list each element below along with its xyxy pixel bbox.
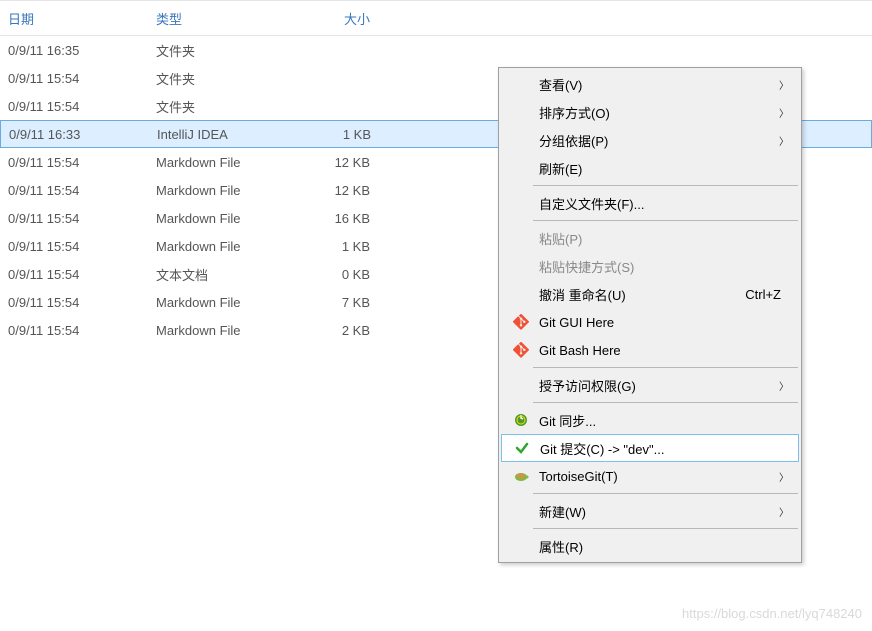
- menu-grant-access[interactable]: 授予访问权限(G) 〉: [501, 371, 799, 399]
- menu-customize-folder[interactable]: 自定义文件夹(F)...: [501, 189, 799, 217]
- cell-type: Markdown File: [148, 183, 298, 198]
- cell-type: 文本文档: [148, 265, 298, 284]
- cell-type: Markdown File: [148, 239, 298, 254]
- chevron-right-icon: 〉: [779, 469, 789, 484]
- cell-date: 0/9/11 16:35: [0, 43, 148, 58]
- menu-refresh[interactable]: 刷新(E): [501, 154, 799, 182]
- header-size[interactable]: 大小: [298, 9, 378, 28]
- cell-size: 12 KB: [298, 183, 378, 198]
- header-date[interactable]: 日期: [0, 9, 148, 28]
- cell-size: 2 KB: [298, 323, 378, 338]
- menu-new[interactable]: 新建(W) 〉: [501, 497, 799, 525]
- menu-separator: [533, 402, 798, 403]
- cell-date: 0/9/11 15:54: [0, 295, 148, 310]
- cell-size: 0 KB: [298, 267, 378, 282]
- chevron-right-icon: 〉: [779, 77, 789, 92]
- cell-type: 文件夹: [148, 41, 298, 60]
- menu-git-sync[interactable]: Git 同步...: [501, 406, 799, 434]
- menu-separator: [533, 493, 798, 494]
- menu-undo[interactable]: 撤消 重命名(U) Ctrl+Z: [501, 280, 799, 308]
- table-row[interactable]: 0/9/11 16:35文件夹: [0, 36, 872, 64]
- menu-tortoisegit[interactable]: TortoiseGit(T) 〉: [501, 462, 799, 490]
- cell-date: 0/9/11 15:54: [0, 183, 148, 198]
- cell-date: 0/9/11 15:54: [0, 239, 148, 254]
- tortoise-sync-icon: [509, 412, 533, 428]
- chevron-right-icon: 〉: [779, 105, 789, 120]
- cell-type: 文件夹: [148, 97, 298, 116]
- cell-date: 0/9/11 15:54: [0, 155, 148, 170]
- cell-type: 文件夹: [148, 69, 298, 88]
- watermark: https://blog.csdn.net/lyq748240: [682, 606, 862, 621]
- cell-type: Markdown File: [148, 155, 298, 170]
- header-type[interactable]: 类型: [148, 9, 298, 28]
- git-icon: [509, 342, 533, 358]
- cell-size: 1 KB: [298, 239, 378, 254]
- chevron-right-icon: 〉: [779, 378, 789, 393]
- cell-size: 16 KB: [298, 211, 378, 226]
- menu-properties[interactable]: 属性(R): [501, 532, 799, 560]
- tortoise-icon: [509, 468, 533, 484]
- cell-size: 1 KB: [299, 127, 379, 142]
- cell-date: 0/9/11 15:54: [0, 99, 148, 114]
- menu-separator: [533, 528, 798, 529]
- cell-type: Markdown File: [148, 295, 298, 310]
- menu-separator: [533, 367, 798, 368]
- menu-paste-shortcut: 粘贴快捷方式(S): [501, 252, 799, 280]
- cell-date: 0/9/11 15:54: [0, 211, 148, 226]
- menu-git-bash[interactable]: Git Bash Here: [501, 336, 799, 364]
- tortoise-commit-icon: [510, 440, 534, 456]
- chevron-right-icon: 〉: [779, 133, 789, 148]
- menu-paste: 粘贴(P): [501, 224, 799, 252]
- chevron-right-icon: 〉: [779, 504, 789, 519]
- menu-group[interactable]: 分组依据(P) 〉: [501, 126, 799, 154]
- shortcut-label: Ctrl+Z: [745, 287, 791, 302]
- menu-separator: [533, 185, 798, 186]
- cell-date: 0/9/11 15:54: [0, 267, 148, 282]
- menu-sort[interactable]: 排序方式(O) 〉: [501, 98, 799, 126]
- cell-size: 12 KB: [298, 155, 378, 170]
- cell-type: IntelliJ IDEA: [149, 127, 299, 142]
- menu-git-commit[interactable]: Git 提交(C) -> "dev"...: [501, 434, 799, 462]
- context-menu: 查看(V) 〉 排序方式(O) 〉 分组依据(P) 〉 刷新(E) 自定义文件夹…: [498, 67, 802, 563]
- cell-type: Markdown File: [148, 211, 298, 226]
- cell-date: 0/9/11 15:54: [0, 71, 148, 86]
- menu-view[interactable]: 查看(V) 〉: [501, 70, 799, 98]
- cell-size: 7 KB: [298, 295, 378, 310]
- menu-git-gui[interactable]: Git GUI Here: [501, 308, 799, 336]
- git-icon: [509, 314, 533, 330]
- column-headers: 日期 类型 大小: [0, 0, 872, 36]
- cell-date: 0/9/11 16:33: [1, 127, 149, 142]
- menu-separator: [533, 220, 798, 221]
- cell-date: 0/9/11 15:54: [0, 323, 148, 338]
- cell-type: Markdown File: [148, 323, 298, 338]
